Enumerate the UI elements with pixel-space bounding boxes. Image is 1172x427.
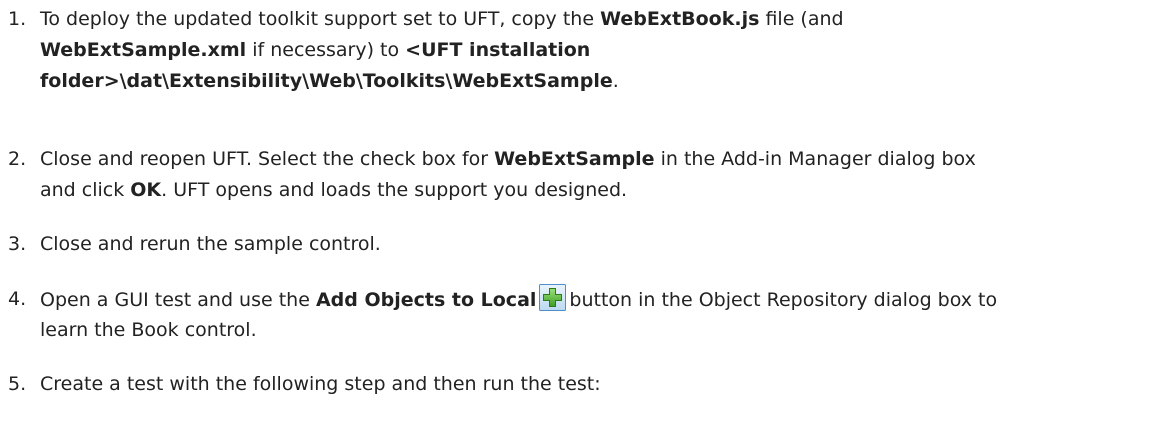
- text-segment: and click: [40, 179, 131, 201]
- text-segment: Create a test with the following step an…: [40, 373, 601, 395]
- step-text: Open a GUI test and use the Add Objects …: [40, 284, 1160, 346]
- text-segment: if necessary) to: [246, 39, 406, 61]
- add-objects-plus-icon: [539, 284, 567, 311]
- text-segment: Close and rerun the sample control.: [40, 233, 381, 255]
- step-number: 5.: [8, 373, 27, 395]
- text-segment: learn the Book control.: [40, 319, 257, 341]
- install-path-end: folder>\dat\Extensibility\Web\Toolkits\W…: [40, 70, 613, 92]
- file-name-webextsample-xml: WebExtSample.xml: [40, 39, 247, 61]
- install-path-start: <UFT installation: [405, 39, 591, 61]
- step-text: Close and rerun the sample control.: [40, 229, 1160, 260]
- addin-name-webextsample: WebExtSample: [494, 148, 655, 170]
- text-segment: To deploy the updated toolkit support se…: [40, 8, 601, 30]
- ok-button-reference: OK: [130, 179, 162, 201]
- file-name-webextbook: WebExtBook.js: [600, 8, 760, 30]
- step-text: Close and reopen UFT. Select the check b…: [40, 144, 1160, 206]
- step-text: Create a test with the following step an…: [40, 369, 1160, 400]
- text-segment: file (and: [759, 8, 844, 30]
- step-line: Create a test with the following step an…: [40, 369, 1160, 400]
- text-segment: in the Add-in Manager dialog box: [654, 148, 976, 170]
- step-line: Close and rerun the sample control.: [40, 229, 1160, 260]
- step-line: folder>\dat\Extensibility\Web\Toolkits\W…: [40, 66, 1160, 97]
- step-line: To deploy the updated toolkit support se…: [40, 4, 1160, 35]
- step-line: learn the Book control.: [40, 315, 1160, 346]
- text-segment: .: [612, 70, 619, 92]
- step-line: and click OK. UFT opens and loads the su…: [40, 175, 1160, 206]
- step-number: 1.: [8, 8, 27, 30]
- step-number: 3.: [8, 233, 27, 255]
- text-segment: button in the Object Repository dialog b…: [569, 289, 998, 311]
- step-number: 4.: [8, 288, 27, 310]
- step-line: Close and reopen UFT. Select the check b…: [40, 144, 1160, 175]
- add-objects-to-local-label: Add Objects to Local: [315, 289, 537, 311]
- step-line: Open a GUI test and use the Add Objects …: [40, 284, 1160, 315]
- step-line: WebExtSample.xml if necessary) to <UFT i…: [40, 35, 1160, 66]
- text-segment: . UFT opens and loads the support you de…: [161, 179, 628, 201]
- step-text: To deploy the updated toolkit support se…: [40, 4, 1160, 97]
- text-segment: Open a GUI test and use the: [40, 289, 316, 311]
- text-segment: Close and reopen UFT. Select the check b…: [40, 148, 495, 170]
- step-number: 2.: [8, 148, 27, 170]
